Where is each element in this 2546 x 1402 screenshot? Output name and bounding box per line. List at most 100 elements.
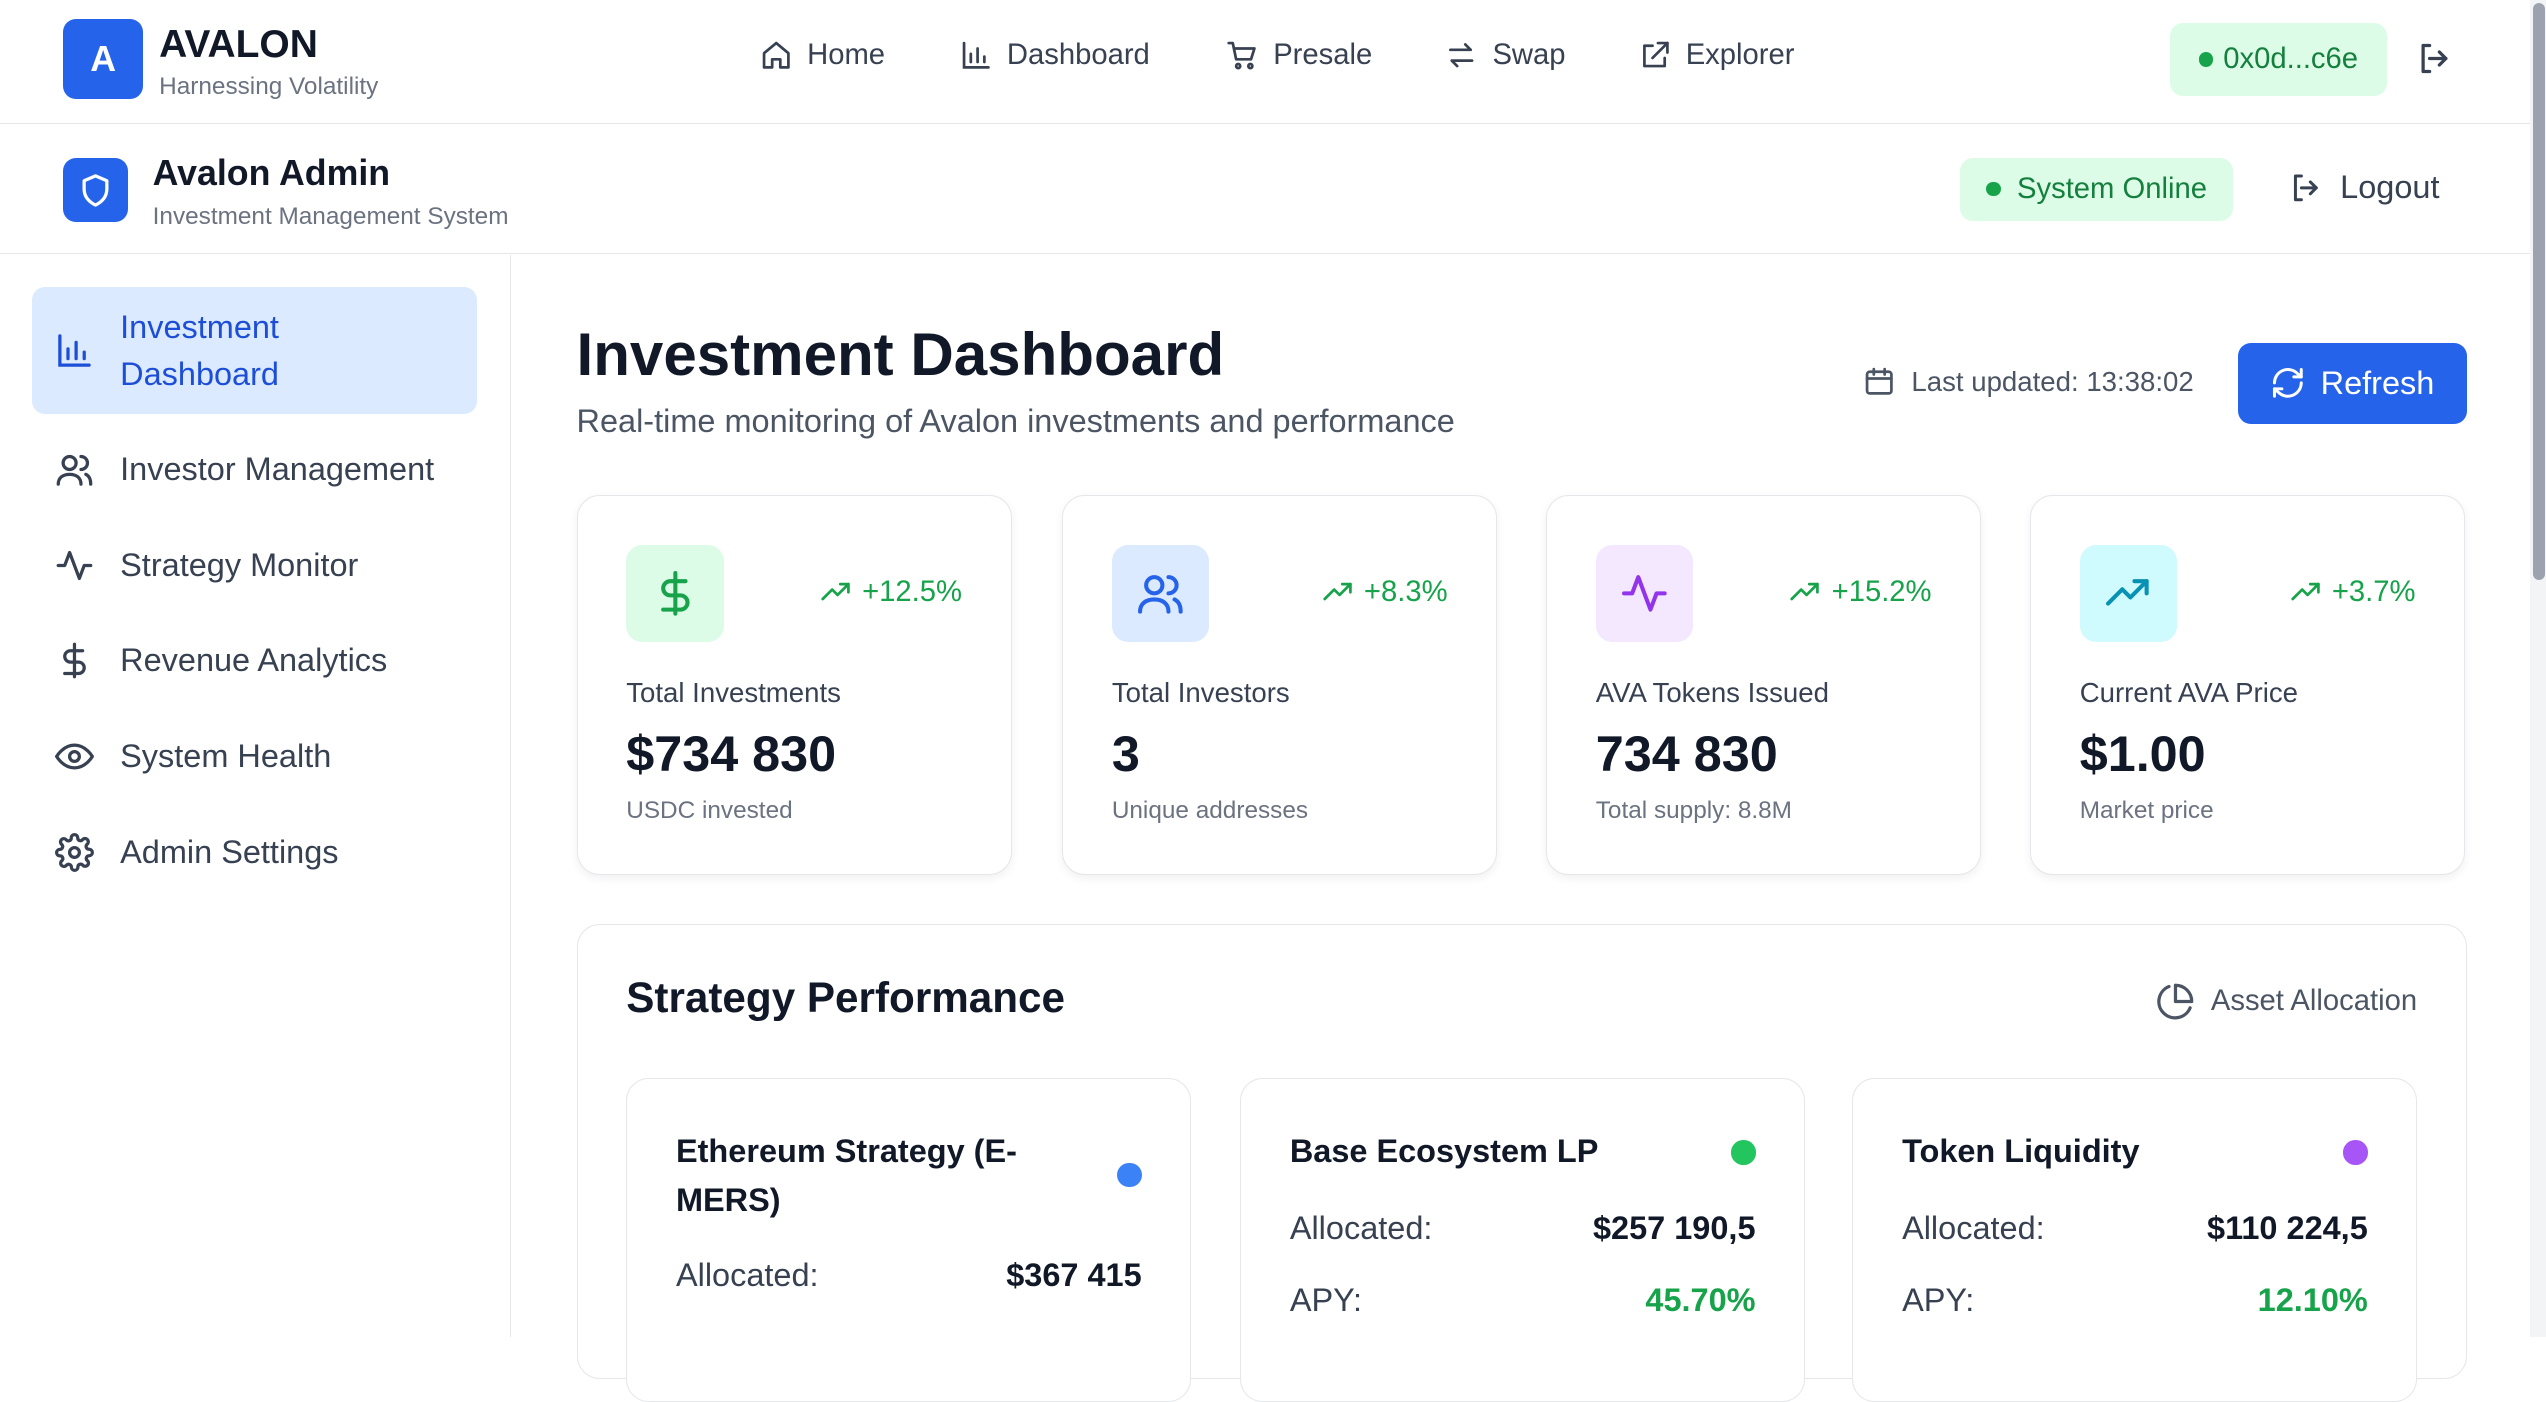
allocated-value: $257 190,5 [1593, 1210, 1756, 1247]
stat-change-value: +3.7% [2331, 575, 2416, 608]
asset-allocation-button[interactable]: Asset Allocation [2156, 982, 2417, 1021]
swap-icon [1449, 43, 1474, 68]
apy-label: APY: [1289, 1281, 1363, 1318]
sidebar-item-label: Admin Settings [120, 834, 339, 871]
nav-dashboard-label: Dashboard [1006, 38, 1150, 71]
pie-chart-icon [2156, 983, 2193, 1020]
trending-up-icon [1323, 582, 1352, 601]
refresh-icon [2273, 368, 2304, 399]
strategy-allocated-row: Allocated: $110 224,5 [1902, 1210, 2368, 1247]
refresh-button[interactable]: Refresh [2237, 342, 2467, 424]
nav-swap[interactable]: Swap [1445, 38, 1566, 72]
stat-change-value: +8.3% [1363, 575, 1448, 608]
strategy-performance-panel: Strategy Performance Asset Allocation Et… [576, 924, 2467, 1402]
page-title: Investment Dashboard [576, 320, 1225, 388]
users-icon [56, 454, 93, 486]
last-updated: Last updated: 13:38:02 [1863, 365, 2194, 397]
dollar-icon [660, 571, 690, 617]
top-navbar: A AVALON Harnessing Volatility Home Dash… [0, 0, 2531, 125]
nav-dashboard[interactable]: Dashboard [960, 39, 1150, 72]
apy-label: APY: [1902, 1281, 1975, 1318]
trending-up-icon [2106, 579, 2149, 606]
wallet-address: 0x0d...c6e [2223, 42, 2359, 75]
nav-presale-label: Presale [1273, 38, 1373, 71]
stat-change-value: +12.5% [862, 575, 963, 608]
gear-icon [55, 833, 95, 872]
strategy-name: Base Ecosystem LP [1289, 1133, 1599, 1170]
stat-icon-box [1595, 545, 1694, 643]
trending-up-icon [821, 582, 850, 601]
sidebar-item-label: Strategy Monitor [120, 546, 359, 583]
sidebar: Investment Dashboard Investor Management… [0, 254, 511, 1337]
stat-label: Total Investments [626, 676, 841, 708]
stat-change: +8.3% [1322, 576, 1448, 609]
dollar-icon [63, 643, 86, 679]
allocated-label: Allocated: [1289, 1210, 1433, 1247]
stat-value: $734 830 [626, 724, 837, 782]
stat-value: 734 830 [1595, 724, 1778, 782]
strategy-card-base-lp: Base Ecosystem LP Allocated: $257 190,5 … [1240, 1077, 1806, 1402]
strategy-apy-row: APY: 45.70% [1290, 1282, 1756, 1319]
logout-icon [2294, 173, 2318, 201]
admin-header: Avalon Admin Investment Management Syste… [0, 125, 2531, 255]
brand-tagline: Harnessing Volatility [159, 73, 379, 101]
stat-note: Total supply: 8.8M [1595, 796, 1792, 824]
strategy-card-token-liquidity: Token Liquidity Allocated: $110 224,5 AP… [1852, 1077, 2418, 1402]
system-status-badge: System Online [1960, 157, 2233, 221]
sidebar-item-system-health[interactable]: System Health [32, 737, 477, 776]
stat-label: AVA Tokens Issued [1595, 676, 1829, 708]
stat-note: Market price [2079, 796, 2214, 824]
sidebar-item-label: Investment Dashboard [120, 308, 279, 392]
strategy-allocated-row: Allocated: $367 415 [676, 1257, 1142, 1294]
stat-icon-box [2079, 545, 2178, 643]
activity-icon [1622, 575, 1667, 613]
calendar-icon [1865, 368, 1893, 396]
asset-allocation-label: Asset Allocation [2210, 984, 2418, 1017]
stat-value: 3 [1111, 724, 1140, 782]
stat-change: +15.2% [1789, 576, 1932, 609]
stat-value: $1.00 [2079, 724, 2206, 782]
external-link-icon [1642, 41, 1669, 68]
stat-change: +12.5% [820, 576, 962, 609]
eye-icon [55, 743, 95, 770]
stat-card-total-investments: +12.5% Total Investments $734 830 USDC i… [576, 495, 1012, 876]
wallet-button[interactable]: 0x0d...c6e [2169, 22, 2388, 96]
apy-value: 12.10% [2257, 1281, 2368, 1318]
admin-subtitle: Investment Management System [152, 202, 509, 230]
sidebar-item-revenue-analytics[interactable]: Revenue Analytics [32, 641, 477, 680]
page-subtitle: Real-time monitoring of Avalon investmen… [576, 402, 1455, 439]
allocated-value: $367 415 [1006, 1257, 1142, 1294]
strategy-card-ethereum: Ethereum Strategy (E-MERS) Allocated: $3… [626, 1077, 1192, 1402]
allocated-label: Allocated: [675, 1257, 819, 1294]
system-status-label: System Online [2016, 172, 2207, 205]
sidebar-item-admin-settings[interactable]: Admin Settings [32, 833, 477, 872]
nav-home[interactable]: Home [760, 39, 885, 72]
activity-icon [56, 550, 93, 580]
page-scrollbar-thumb[interactable] [2533, 3, 2545, 580]
stat-label: Current AVA Price [2079, 676, 2299, 708]
cart-icon [1227, 41, 1256, 70]
logout-label: Logout [2340, 168, 2440, 205]
logout-icon[interactable] [2415, 39, 2454, 78]
sidebar-item-investment-dashboard[interactable]: Investment Dashboard [32, 287, 478, 415]
strategy-color-dot [1731, 1140, 1756, 1165]
shield-icon [82, 173, 109, 207]
sidebar-item-label: Investor Management [120, 450, 435, 487]
sidebar-item-strategy-monitor[interactable]: Strategy Monitor [32, 546, 477, 585]
admin-logo [63, 157, 129, 223]
nav-presale[interactable]: Presale [1226, 39, 1372, 72]
brand-logo[interactable]: A [63, 19, 143, 100]
status-dot [1986, 181, 2001, 197]
allocated-label: Allocated: [1902, 1210, 2045, 1247]
wallet-status-dot [2198, 51, 2214, 67]
nav-home-label: Home [807, 38, 886, 71]
trending-up-icon [2290, 582, 2320, 601]
logout-button[interactable]: Logout [2288, 169, 2439, 206]
sidebar-item-investor-management[interactable]: Investor Management [32, 450, 477, 489]
nav-explorer[interactable]: Explorer [1639, 39, 1795, 72]
nav-swap-label: Swap [1492, 38, 1566, 71]
strategy-color-dot [1117, 1163, 1142, 1188]
stat-card-total-investors: +8.3% Total Investors 3 Unique addresses [1062, 495, 1498, 876]
apy-value: 45.70% [1645, 1281, 1756, 1318]
brand-name[interactable]: AVALON [159, 23, 318, 67]
